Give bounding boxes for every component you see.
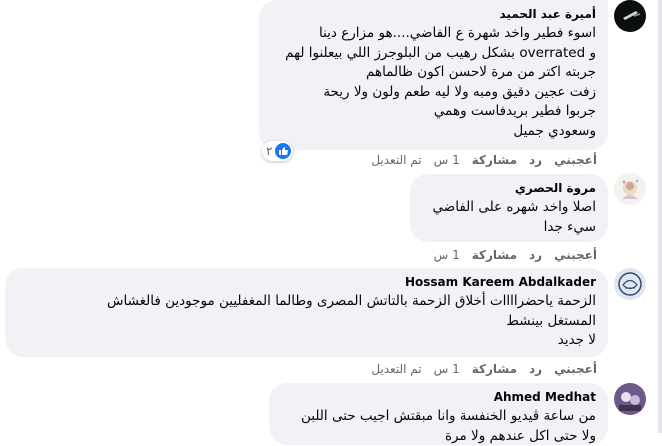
edited-label: تم التعديل — [371, 361, 421, 377]
scrollbar[interactable] — [658, 0, 662, 433]
comment-bubble: أميرة عبد الحميد اسوء فطير واخد شهرة ع ا… — [259, 0, 608, 150]
comment-text-line: وسعودي جميل — [271, 122, 596, 142]
comment-author[interactable]: أميرة عبد الحميد — [271, 6, 596, 22]
comment-text-line: زفت عجين دقيق ومبه ولا ليه طعم ولون ولا … — [271, 83, 596, 103]
avatar-image — [614, 0, 646, 32]
like-icon — [275, 143, 291, 159]
comment-text-line: المستغل بينشط — [17, 312, 596, 332]
comment-author[interactable]: Ahmed Medhat — [281, 389, 596, 405]
comment-text-line: و overrated بشكل رهيب من البلوجرز اللي ب… — [271, 44, 596, 64]
comment-actions: أعجبني رد مشاركة 1 س تم التعديل — [359, 361, 597, 377]
reply-button[interactable]: رد — [529, 361, 542, 377]
comment-text-line: من ساعة ڤيديو الخنفسة وانا مبقتش اجيب حت… — [281, 407, 596, 427]
reaction-count: ٢ — [266, 144, 272, 158]
reply-button[interactable]: رد — [529, 247, 542, 263]
timestamp[interactable]: 1 س — [434, 152, 460, 168]
avatar[interactable] — [614, 173, 646, 205]
avatar[interactable] — [614, 0, 646, 32]
share-button[interactable]: مشاركة — [472, 247, 517, 263]
comment-author[interactable]: Hossam Kareem Abdalkader — [17, 274, 596, 290]
like-button[interactable]: أعجبني — [554, 247, 597, 263]
timestamp[interactable]: 1 س — [434, 361, 460, 377]
comment-text-line: لا جديد — [17, 331, 596, 351]
comment-text-line: جربوا فطير بريدفاست وهمي — [271, 102, 596, 122]
share-button[interactable]: مشاركة — [472, 361, 517, 377]
comment-text-line: سيء جدا — [422, 218, 596, 238]
comment-text-line: ولا حتى اكل عندهم ولا مرة — [281, 427, 596, 446]
avatar-image — [614, 173, 646, 205]
comment-text-line: جربته اكتر من مرة لاحسن اكون ظالماهم — [271, 63, 596, 83]
like-button[interactable]: أعجبني — [554, 361, 597, 377]
comment-bubble: مروة الحصري اصلا واخد شهره على الفاضي سي… — [410, 174, 608, 242]
avatar-image — [614, 383, 646, 415]
avatar-image — [614, 268, 646, 300]
like-button[interactable]: أعجبني — [554, 152, 597, 168]
comment-text-line: اصلا واخد شهره على الفاضي — [422, 198, 596, 218]
avatar[interactable] — [614, 268, 646, 300]
reply-button[interactable]: رد — [529, 152, 542, 168]
timestamp[interactable]: 1 س — [434, 247, 460, 263]
edited-label: تم التعديل — [371, 152, 421, 168]
comment-author[interactable]: مروة الحصري — [422, 180, 596, 196]
share-button[interactable]: مشاركة — [472, 152, 517, 168]
reaction-count-badge[interactable]: ٢ — [262, 141, 293, 161]
comment-actions: أعجبني رد مشاركة 1 س — [422, 247, 597, 263]
comment-actions: أعجبني رد مشاركة 1 س تم التعديل — [359, 152, 597, 168]
avatar[interactable] — [614, 383, 646, 415]
comment-bubble: Hossam Kareem Abdalkader الزحمة ياحضرااا… — [5, 268, 608, 357]
comment-text-line: اسوء فطير واخد شهرة ع الفاضي....هو مزارع… — [271, 24, 596, 44]
comment-bubble: Ahmed Medhat من ساعة ڤيديو الخنفسة وانا … — [269, 383, 608, 445]
comment-text-line: الزحمة ياحضراااات أخلاق الزحمة بالتاتش ا… — [17, 292, 596, 312]
